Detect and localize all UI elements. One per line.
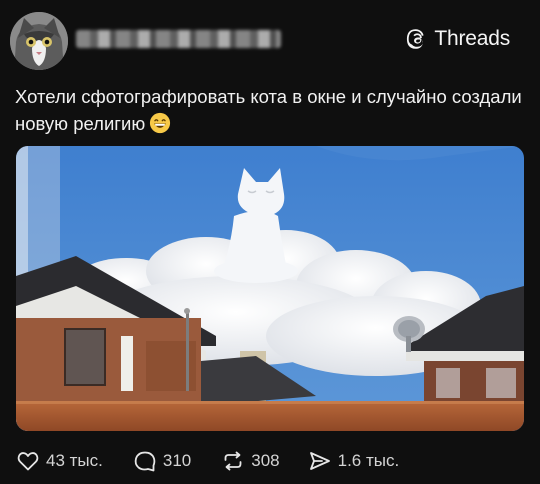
share-button[interactable]: 1.6 тыс.	[308, 449, 400, 473]
grinning-face-emoji	[150, 112, 171, 134]
like-count: 43 тыс.	[46, 451, 103, 470]
username-blurred[interactable]	[76, 30, 281, 48]
post-text: Хотели сфотографировать кота в окне и сл…	[15, 86, 522, 134]
repost-icon	[224, 451, 242, 471]
cat-reflection-cloud-photo[interactable]	[16, 146, 524, 431]
brand-name: Threads	[434, 27, 510, 50]
heart-icon	[17, 452, 39, 471]
post-caption: Хотели сфотографировать кота в окне и сл…	[15, 83, 525, 137]
cat-avatar[interactable]	[10, 12, 68, 70]
repost-button[interactable]: 308	[221, 449, 280, 473]
threads-logo-icon	[407, 29, 424, 49]
like-button[interactable]: 43 тыс.	[16, 449, 103, 473]
threads-brand[interactable]: Threads	[406, 27, 510, 51]
post-actions: 43 тыс. 310 308 1.6 тыс.	[16, 448, 516, 474]
reply-button[interactable]: 310	[133, 449, 191, 473]
threads-post: Threads Хотели сфотографировать кота в о…	[0, 0, 540, 484]
reply-count: 310	[162, 451, 192, 470]
comment-icon	[134, 451, 156, 472]
share-count: 1.6 тыс.	[337, 451, 400, 470]
repost-count: 308	[251, 451, 280, 470]
send-icon	[309, 452, 330, 470]
